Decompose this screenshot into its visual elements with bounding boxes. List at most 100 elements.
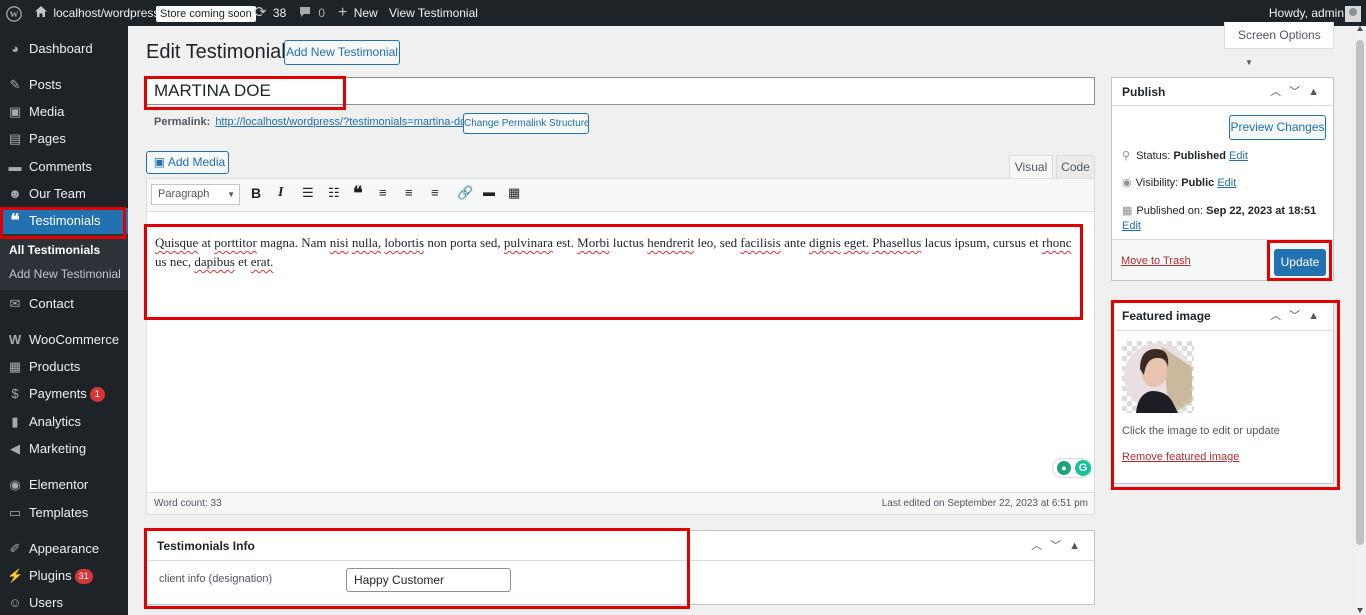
admin-bar: W localhost/wordpress Store coming soon … — [0, 0, 1366, 26]
avatar[interactable] — [1341, 0, 1361, 26]
preview-changes-button[interactable]: Preview Changes — [1229, 115, 1326, 140]
designation-input[interactable]: Happy Customer — [346, 568, 511, 592]
sidebar-item-testimonials[interactable]: ❝ Testimonials — [0, 208, 128, 234]
content-word: nisi — [329, 235, 349, 250]
updates-link[interactable]: ⟳ 38 — [254, 0, 286, 26]
align-right-icon[interactable]: ≡ — [431, 185, 439, 200]
bold-icon[interactable]: B — [251, 185, 261, 201]
sidebar-item-media[interactable]: ▣ Media — [0, 99, 128, 125]
site-name: localhost/wordpress — [53, 6, 160, 20]
visibility-value: Public — [1181, 177, 1215, 189]
grammarly-widget[interactable]: ● G — [1052, 458, 1092, 478]
visibility-row: ◉ Visibility: Public Edit — [1122, 177, 1237, 189]
scrollbar-thumb[interactable] — [1356, 40, 1364, 545]
editor-content[interactable]: Quisque at porttitor magna. Nam nisi nul… — [155, 233, 1077, 271]
align-left-icon[interactable]: ≡ — [379, 185, 387, 200]
content-word: non — [427, 235, 447, 250]
toolbar-toggle-icon[interactable]: ▦ — [508, 185, 520, 201]
sidebar-item-pages[interactable]: ▤ Pages — [0, 126, 128, 152]
chevron-down-icon[interactable]: ﹀ — [1289, 310, 1308, 322]
caret-up-icon[interactable]: ▲ — [1308, 310, 1327, 322]
format-select-value: Paragraph — [158, 188, 210, 200]
move-to-trash-link[interactable]: Move to Trash — [1121, 255, 1191, 267]
featured-image-thumbnail[interactable] — [1122, 341, 1194, 413]
media-icon: ▣ — [8, 104, 22, 119]
chevron-up-icon[interactable]: ︿ — [1031, 540, 1050, 552]
sidebar-item-products[interactable]: ▦ Products — [0, 354, 128, 380]
user-icon: ☺ — [8, 595, 22, 610]
add-media-label: Add Media — [167, 155, 226, 169]
content-word: lacus — [924, 235, 952, 250]
scrollbar[interactable] — [1354, 26, 1366, 615]
new-content-link[interactable]: + New — [338, 0, 378, 26]
sidebar-item-dashboard[interactable]: ◕ Dashboard — [0, 36, 128, 62]
status-edit-link[interactable]: Edit — [1229, 150, 1248, 162]
chevron-up-icon[interactable]: ︿ — [1270, 86, 1289, 98]
sidebar-item-our-team[interactable]: ☻ Our Team — [0, 181, 128, 207]
sidebar-item-elementor[interactable]: ◉ Elementor — [0, 472, 128, 498]
sidebar-item-users[interactable]: ☺ Users — [0, 590, 128, 615]
folder-icon: ▭ — [8, 505, 22, 520]
site-home-link[interactable]: localhost/wordpress — [34, 0, 159, 26]
woo-icon: W — [8, 332, 22, 347]
update-button[interactable]: Update — [1274, 249, 1326, 276]
caret-up-icon[interactable]: ▲ — [1069, 540, 1088, 552]
editor-wrapper — [146, 178, 1095, 515]
chevron-down-icon[interactable]: ﹀ — [1289, 86, 1308, 98]
tab-code[interactable]: Code — [1056, 155, 1095, 179]
remove-featured-image-link[interactable]: Remove featured image — [1122, 451, 1239, 463]
submenu-add-new-testimonial[interactable]: Add New Testimonial — [9, 267, 121, 281]
sidebar-item-templates[interactable]: ▭ Templates — [0, 500, 128, 526]
format-select[interactable]: Paragraph ▼ — [151, 184, 240, 205]
sidebar-item-marketing[interactable]: ◀ Marketing — [0, 436, 128, 462]
pin-icon: ✎ — [9, 77, 21, 92]
sidebar-item-plugins[interactable]: ⚡ Plugins 31 — [0, 563, 128, 589]
align-center-icon[interactable]: ≡ — [405, 185, 413, 200]
sidebar-item-comments[interactable]: ▬ Comments — [0, 154, 128, 180]
store-coming-soon-badge[interactable]: Store coming soon — [156, 0, 256, 26]
sidebar-item-payments[interactable]: $ Payments 1 — [0, 381, 128, 407]
plus-icon: + — [338, 4, 348, 21]
payments-count-badge: 1 — [89, 387, 105, 403]
permalink-url[interactable]: http://localhost/wordpress/?testimonials… — [215, 116, 472, 128]
content-word: us — [155, 254, 167, 269]
chevron-down-icon[interactable]: ﹀ — [1050, 540, 1069, 552]
content-word: luctus — [612, 235, 644, 250]
sidebar-item-woocommerce[interactable]: W WooCommerce — [0, 327, 128, 353]
content-word: hendrerit — [647, 235, 695, 250]
post-title-input[interactable]: MARTINA DOE — [146, 77, 1095, 105]
visibility-edit-link[interactable]: Edit — [1217, 177, 1236, 189]
sidebar-item-appearance[interactable]: ✐ Appearance — [0, 536, 128, 562]
read-more-icon[interactable]: ▬ — [483, 185, 495, 199]
comments-link[interactable]: 0 — [299, 0, 325, 26]
change-permalink-structure-button[interactable]: Change Permalink Structure — [463, 113, 590, 134]
caret-up-icon[interactable]: ▲ — [1308, 86, 1327, 98]
scroll-down-arrow-icon[interactable] — [1357, 608, 1363, 613]
italic-icon[interactable]: I — [278, 185, 283, 201]
wordpress-logo-icon[interactable]: W — [6, 0, 22, 26]
add-new-testimonial-button[interactable]: Add New Testimonial — [284, 40, 400, 65]
tab-visual[interactable]: Visual — [1009, 155, 1053, 179]
screen-options-button[interactable]: Screen Options ▼ — [1224, 22, 1334, 67]
add-media-button[interactable]: ▣ Add Media — [146, 151, 229, 174]
link-icon[interactable]: 🔗 — [457, 185, 473, 201]
scroll-up-arrow-icon[interactable] — [1357, 26, 1363, 31]
sidebar-item-label: Comments — [29, 159, 92, 174]
comment-icon: ▬ — [8, 159, 22, 174]
sidebar-item-contact[interactable]: ✉ Contact — [0, 291, 128, 317]
content-word: at — [201, 235, 211, 250]
svg-text:W: W — [10, 9, 19, 19]
chevron-up-icon[interactable]: ︿ — [1270, 310, 1289, 322]
bullet-list-icon[interactable]: ☰ — [302, 185, 314, 201]
numbered-list-icon[interactable]: ☷ — [328, 185, 340, 201]
published-edit-link[interactable]: Edit — [1122, 220, 1141, 232]
blockquote-icon[interactable]: ❝ — [353, 183, 363, 204]
submenu-all-testimonials[interactable]: All Testimonials — [9, 243, 100, 257]
content-word: est. — [556, 235, 574, 250]
view-testimonial-link[interactable]: View Testimonial — [389, 0, 478, 26]
content-word: erat. — [250, 254, 274, 269]
content-word: facilisis — [740, 235, 781, 250]
sidebar-item-analytics[interactable]: ▮ Analytics — [0, 409, 128, 435]
sidebar-item-posts[interactable]: ✎ Posts — [0, 72, 128, 98]
featured-image-hint: Click the image to edit or update — [1122, 425, 1280, 437]
